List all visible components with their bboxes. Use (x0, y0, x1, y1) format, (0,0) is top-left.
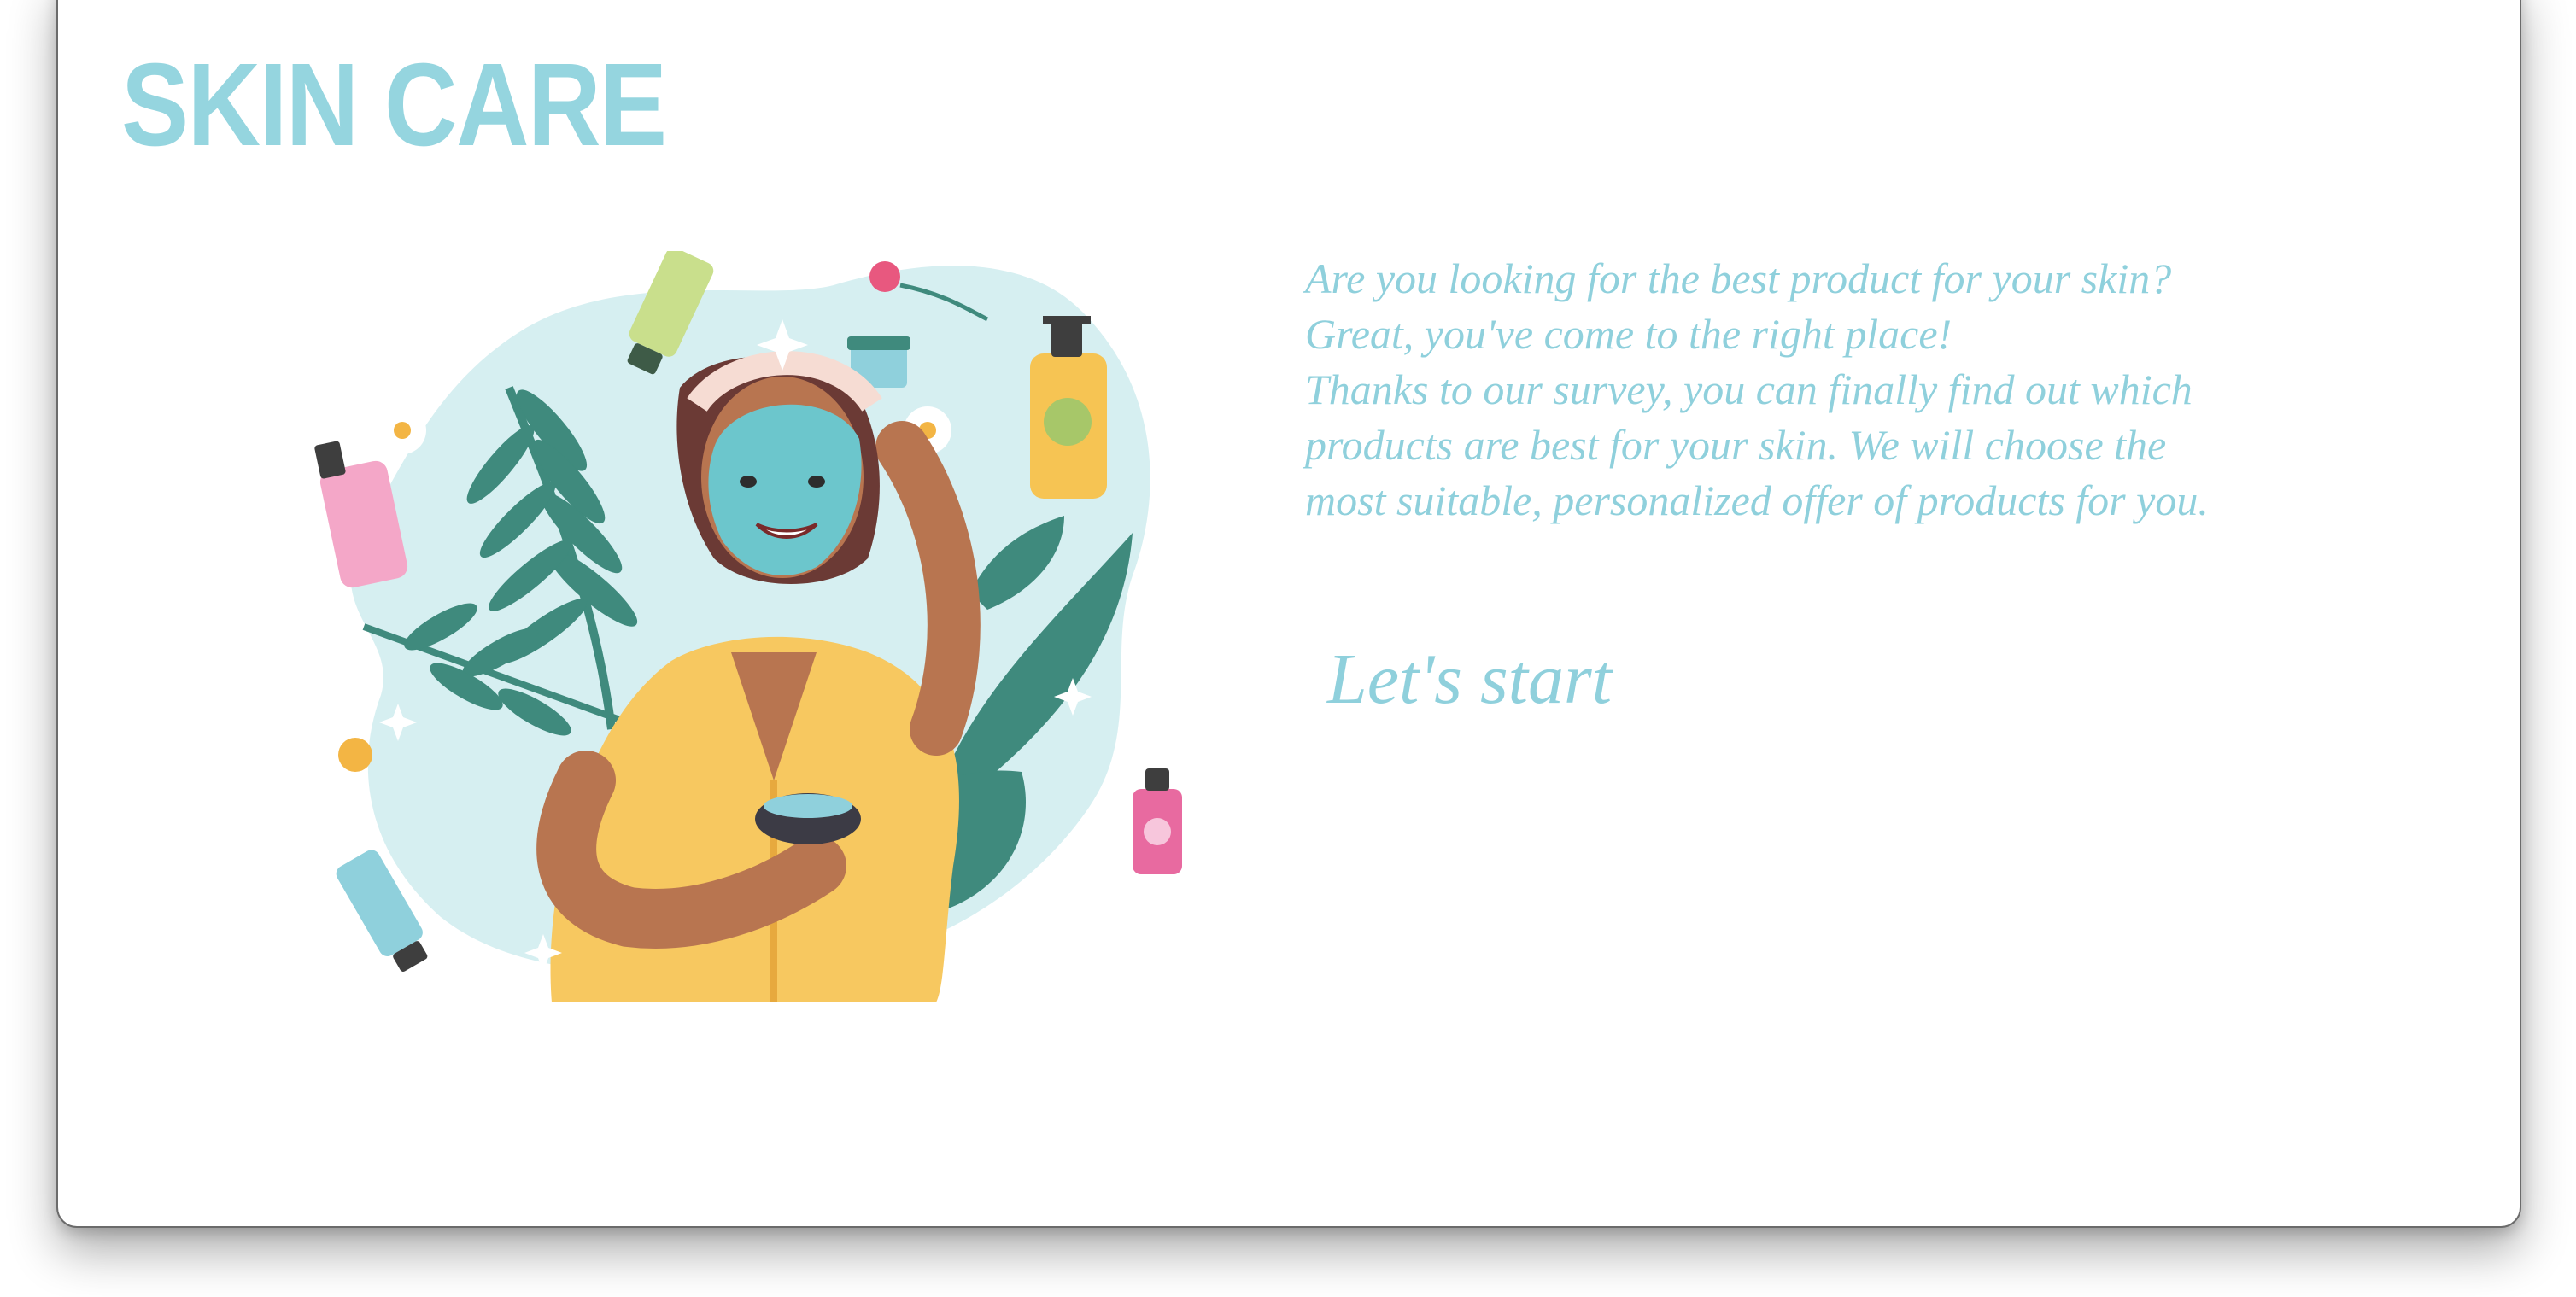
intro-line-1: Are you looking for the best product for… (1305, 254, 2172, 302)
brand-logo: SKIN CARE (121, 39, 667, 171)
intro-line-5: most suitable, personalized offer of pro… (1305, 476, 2209, 524)
pump-bottle-pink (314, 441, 408, 588)
intro-line-2: Great, you've come to the right place! (1305, 310, 1952, 358)
intro-text: Are you looking for the best product for… (1305, 251, 2398, 529)
skincare-illustration (314, 251, 1182, 1002)
flower-orange (338, 738, 372, 772)
intro-line-4: products are best for your skin. We will… (1305, 421, 2167, 469)
intro-line-3: Thanks to our survey, you can finally fi… (1305, 365, 2193, 413)
flower-pink (869, 261, 900, 292)
bottle-small-pink (1133, 768, 1182, 874)
start-button[interactable]: Let's start (1327, 644, 1612, 716)
daisy-left (378, 406, 426, 454)
main-card: SKIN CARE Are you looking for the best p… (56, 0, 2521, 1228)
